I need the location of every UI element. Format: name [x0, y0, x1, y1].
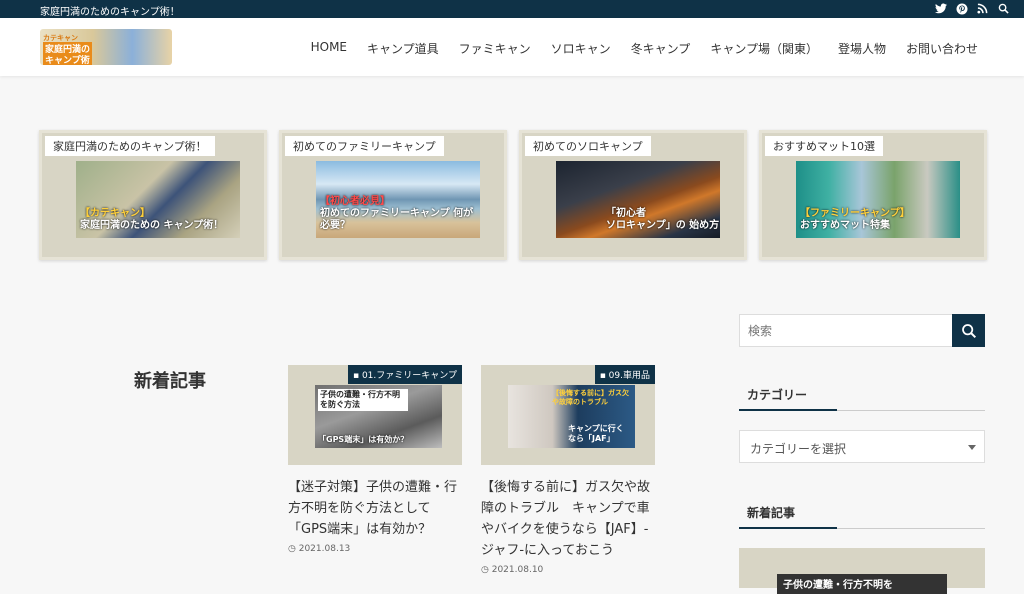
post-date: 2021.08.13 [298, 544, 351, 554]
pickup-card-label: 初めてのソロキャンプ [525, 136, 651, 156]
nav-item-winter-camp[interactable]: 冬キャンプ [631, 40, 691, 57]
post-category-badge: ▪ 09.車用品 [594, 365, 655, 384]
sidebar-category-heading: カテゴリー [739, 386, 985, 411]
nav-item-characters[interactable]: 登場人物 [838, 40, 886, 57]
chevron-down-icon [968, 445, 976, 450]
category-select[interactable]: カテゴリーを選択 [739, 430, 985, 463]
pickup-card-image: 【初心者必見】 初めてのファミリーキャンプ 何が必要？ [316, 161, 480, 238]
pickup-card[interactable]: 初めてのファミリーキャンプ 【初心者必見】 初めてのファミリーキャンプ 何が必要… [279, 130, 507, 260]
latest-posts-heading: 新着記事 [134, 371, 206, 392]
nav-item-contact[interactable]: お問い合わせ [906, 40, 978, 57]
search-input[interactable] [739, 314, 953, 347]
pickup-overlay-highlight: 【初心者必見】 [320, 196, 390, 207]
pinterest-icon[interactable] [955, 2, 968, 15]
nav-item-gear[interactable]: キャンプ道具 [367, 40, 439, 57]
post-thumbnail[interactable]: ▪ 01.ファミリーキャンプ 子供の遭難・行方不明を防ぐ方法 「GPS端末」は有… [288, 365, 462, 465]
category-select-value: カテゴリーを選択 [750, 442, 847, 456]
logo-text-bottom: キャンプ術 [43, 53, 92, 65]
pickup-card[interactable]: 初めてのソロキャンプ 「初心者 ソロキャンプ」の 始め方 [519, 130, 747, 260]
nav-item-campsites[interactable]: キャンプ場（関東） [710, 40, 818, 57]
pickup-overlay-highlight: 【カテキャン】 [80, 208, 150, 219]
pickup-card-label: 初めてのファミリーキャンプ [285, 136, 444, 156]
pickup-overlay-highlight: 【ファミリーキャンプ】 [800, 208, 910, 219]
folder-icon: ▪ [352, 371, 362, 381]
post-thumb-caption: 子供の遭難・行方不明を防ぐ方法 [318, 389, 408, 411]
sidebar-latest-heading: 新着記事 [739, 504, 985, 529]
nav-item-family-camp[interactable]: ファミキャン [459, 40, 531, 57]
site-tagline: 家庭円満のためのキャンプ術！ [40, 7, 180, 18]
post-title[interactable]: 【迷子対策】子供の遭難・行方不明を防ぐ方法として「GPS端末」は有効か？ [288, 477, 462, 540]
post-title[interactable]: 【後悔する前に】ガス欠や故障のトラブル キャンプで車やバイクを使うなら【JAF】… [481, 477, 655, 561]
post-date: 2021.08.10 [491, 565, 544, 575]
clock-icon: ◷ [481, 565, 489, 575]
site-logo[interactable]: カテキャン 家庭円満の キャンプ術 [40, 29, 172, 65]
nav-item-home[interactable]: HOME [311, 40, 347, 57]
sidebar-latest-thumbnail[interactable]: 子供の遭難・行方不明を [739, 548, 985, 594]
post-thumb-subcaption: キャンプに行くなら「JAF」 [568, 424, 624, 443]
sidebar-heading-text: カテゴリー [747, 388, 808, 402]
clock-icon: ◷ [288, 544, 296, 554]
search-button[interactable] [952, 314, 985, 347]
search-icon [961, 323, 976, 338]
search-icon[interactable] [997, 2, 1010, 15]
top-bar: 家庭円満のためのキャンプ術！ [0, 0, 1024, 18]
post-thumb-caption: 【後悔する前に】ガス欠や故障のトラブル [552, 389, 629, 406]
sidebar-search [739, 314, 985, 347]
post-thumbnail[interactable]: ▪ 09.車用品 【後悔する前に】ガス欠や故障のトラブル キャンプに行くなら「J… [481, 365, 655, 465]
pickup-card-image: 【カテキャン】 家庭円満のための キャンプ術！ [76, 161, 240, 238]
post-card[interactable]: ▪ 01.ファミリーキャンプ 子供の遭難・行方不明を防ぐ方法 「GPS端末」は有… [288, 365, 462, 554]
site-header: カテキャン 家庭円満の キャンプ術 HOME キャンプ道具 ファミキャン ソロキ… [0, 18, 1024, 76]
nav-item-solo-camp[interactable]: ソロキャン [551, 40, 611, 57]
sidebar-thumb-caption: 子供の遭難・行方不明を [777, 574, 947, 594]
pickup-card-image: 「初心者 ソロキャンプ」の 始め方 [556, 161, 720, 238]
pickup-card[interactable]: 家庭円満のためのキャンプ術！ 【カテキャン】 家庭円満のための キャンプ術！ [39, 130, 267, 260]
social-icons [934, 2, 1010, 15]
pickup-card-label: おすすめマット10選 [765, 136, 883, 156]
rss-icon[interactable] [976, 2, 989, 15]
sidebar-heading-text: 新着記事 [747, 506, 796, 520]
pickup-overlay-text: おすすめマット特集 [800, 220, 890, 231]
twitter-icon[interactable] [934, 2, 947, 15]
post-category-badge: ▪ 01.ファミリーキャンプ [347, 365, 462, 384]
pickup-overlay-text: 初めてのファミリーキャンプ 何が必要？ [320, 208, 474, 231]
pickup-card[interactable]: おすすめマット10選 【ファミリーキャンプ】 おすすめマット特集 [759, 130, 987, 260]
global-nav: HOME キャンプ道具 ファミキャン ソロキャン 冬キャンプ キャンプ場（関東）… [311, 40, 978, 57]
post-category-label: 01.ファミリーキャンプ [361, 371, 457, 381]
folder-icon: ▪ [599, 371, 609, 381]
pickup-card-image: 【ファミリーキャンプ】 おすすめマット特集 [796, 161, 960, 238]
post-card[interactable]: ▪ 09.車用品 【後悔する前に】ガス欠や故障のトラブル キャンプに行くなら「J… [481, 365, 655, 575]
post-category-label: 09.車用品 [608, 371, 650, 381]
post-thumb-subcaption: 「GPS端末」は有効か？ [318, 435, 409, 444]
pickup-card-label: 家庭円満のためのキャンプ術！ [45, 136, 215, 156]
pickup-overlay-text: 家庭円満のための キャンプ術！ [80, 220, 224, 231]
post-thumbnail-image: 【後悔する前に】ガス欠や故障のトラブル キャンプに行くなら「JAF」 [508, 385, 635, 448]
post-thumbnail-image: 子供の遭難・行方不明を防ぐ方法 「GPS端末」は有効か？ [315, 385, 442, 448]
pickup-overlay-text: ソロキャンプ」の 始め方 [606, 220, 720, 231]
pickup-overlay-highlight: 「初心者 [606, 208, 646, 219]
